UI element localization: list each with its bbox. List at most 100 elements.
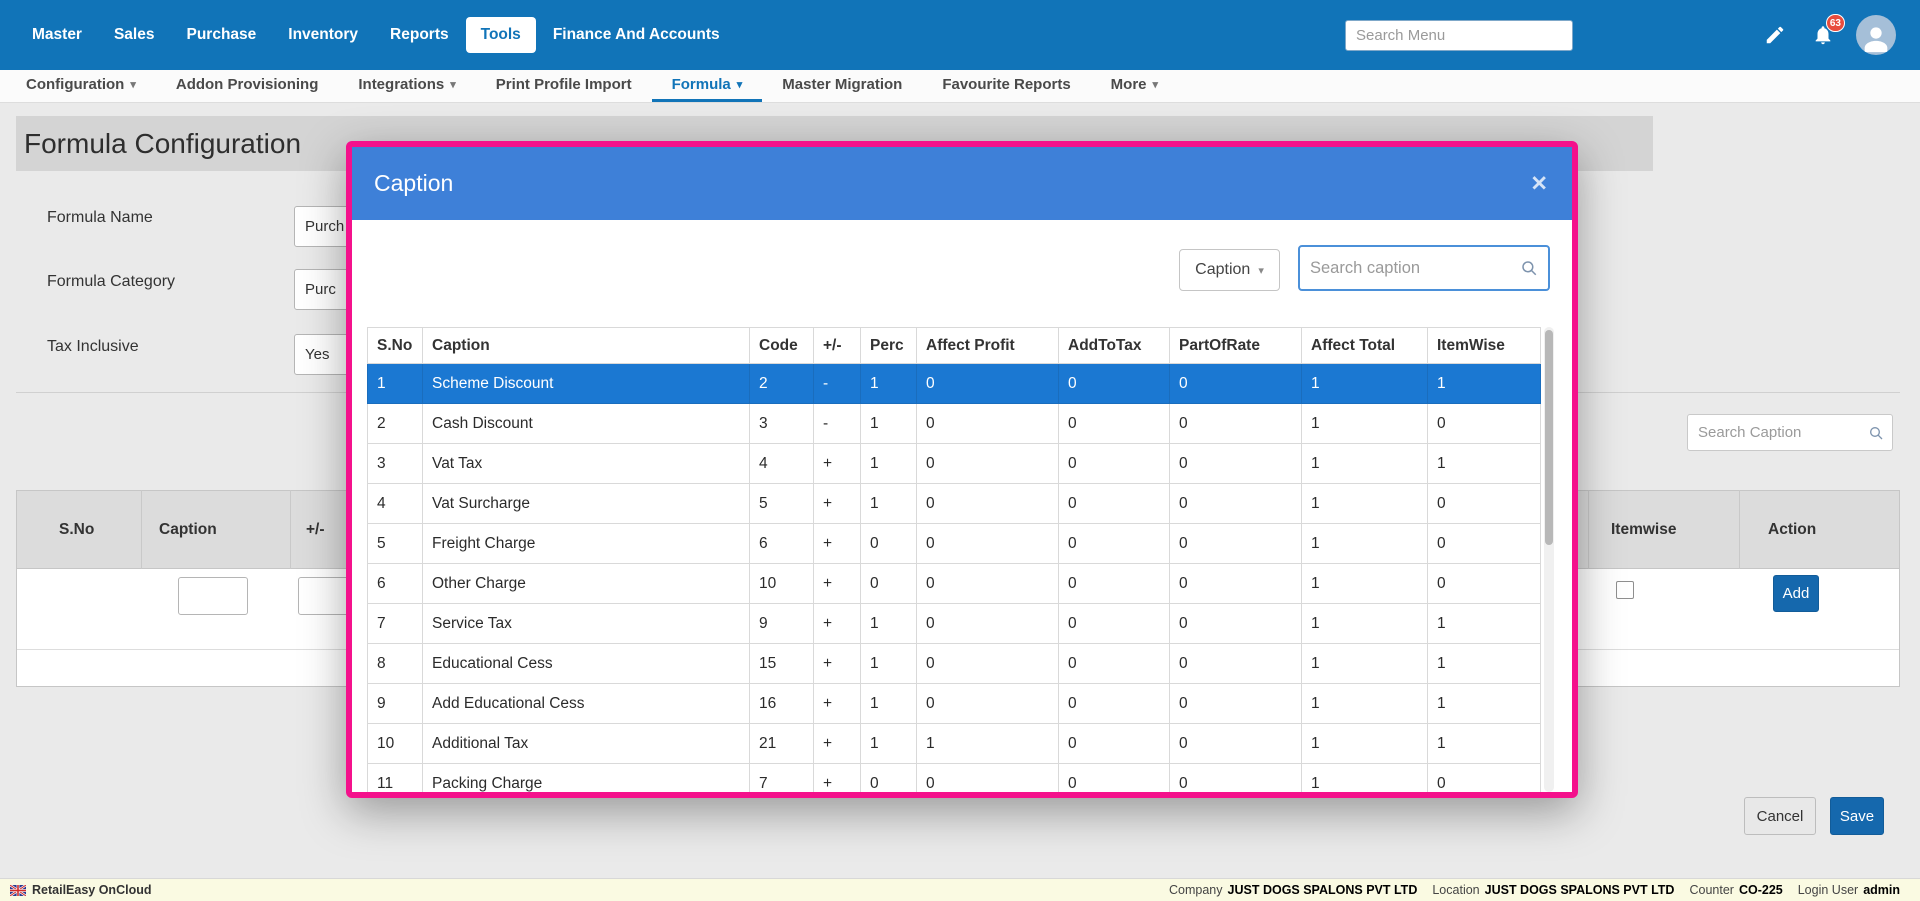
itemwise-checkbox[interactable] — [1616, 581, 1634, 599]
caption-cell: 0 — [917, 524, 1059, 564]
caption-row-1[interactable]: 1Scheme Discount2-100011 — [368, 364, 1541, 404]
caption-search-input[interactable] — [1688, 424, 1868, 441]
new-caption-input[interactable] — [178, 577, 248, 615]
caption-cell: 1 — [861, 644, 917, 684]
caption-row-4[interactable]: 4Vat Surcharge5+100010 — [368, 484, 1541, 524]
caption-cell: 0 — [1428, 484, 1541, 524]
caption-cell: 0 — [917, 484, 1059, 524]
caption-cell: + — [814, 644, 861, 684]
chevron-down-icon: ▾ — [737, 78, 743, 91]
notifications-bell-icon[interactable]: 63 — [1812, 24, 1834, 46]
caption-cell: Vat Tax — [423, 444, 750, 484]
caption-cell: 0 — [1059, 684, 1170, 724]
caption-cell: 1 — [1428, 604, 1541, 644]
caption-cell: 1 — [368, 364, 423, 404]
app-name: RetailEasy OnCloud — [32, 883, 151, 897]
caption-cell: 1 — [1302, 404, 1428, 444]
caption-cell: 1 — [1302, 764, 1428, 793]
caption-cell: 1 — [917, 724, 1059, 764]
app-window: MasterSalesPurchaseInventoryReportsTools… — [0, 0, 1920, 901]
caption-cell: 0 — [1428, 764, 1541, 793]
top-nav-item-finance-and-accounts[interactable]: Finance And Accounts — [538, 17, 735, 53]
save-button[interactable]: Save — [1830, 797, 1884, 835]
top-nav-item-master[interactable]: Master — [17, 17, 97, 53]
caption-row-6[interactable]: 6Other Charge10+000010 — [368, 564, 1541, 604]
close-icon[interactable]: ✕ — [1530, 173, 1548, 194]
modal-scrollbar[interactable] — [1544, 327, 1554, 792]
tax-inclusive-label: Tax Inclusive — [47, 338, 139, 356]
top-nav-item-purchase[interactable]: Purchase — [171, 17, 271, 53]
session-info: Company JUST DOGS SPALONS PVT LTD Locati… — [1169, 883, 1910, 897]
caption-table-col-addtotax: AddToTax — [1059, 328, 1170, 364]
top-nav-item-inventory[interactable]: Inventory — [273, 17, 373, 53]
caption-cell: + — [814, 604, 861, 644]
sub-nav-item-addon-provisioning[interactable]: Addon Provisioning — [156, 70, 339, 102]
caption-filter-dropdown[interactable]: Caption ▾ — [1179, 249, 1280, 291]
caption-modal-body: Caption ▾ S.NoCaptionCode+/-PercAffect P… — [352, 220, 1572, 792]
caption-cell: 0 — [917, 404, 1059, 444]
caption-cell: 6 — [368, 564, 423, 604]
add-button[interactable]: Add — [1773, 575, 1819, 612]
caption-cell: 1 — [861, 444, 917, 484]
caption-cell: 0 — [1428, 404, 1541, 444]
caption-cell: - — [814, 364, 861, 404]
caption-cell: 0 — [1170, 724, 1302, 764]
caption-table-col-caption: Caption — [423, 328, 750, 364]
caption-cell: 1 — [1302, 604, 1428, 644]
sub-nav-item-print-profile-import[interactable]: Print Profile Import — [476, 70, 652, 102]
caption-table-col-partofrate: PartOfRate — [1170, 328, 1302, 364]
scrollbar-thumb[interactable] — [1545, 330, 1553, 545]
caption-row-8[interactable]: 8Educational Cess15+100011 — [368, 644, 1541, 684]
caption-row-2[interactable]: 2Cash Discount3-100010 — [368, 404, 1541, 444]
edit-pencil-icon[interactable] — [1764, 24, 1786, 46]
caption-cell: 0 — [1170, 404, 1302, 444]
caption-cell: 10 — [368, 724, 423, 764]
caption-cell: 4 — [368, 484, 423, 524]
caption-search-box — [1687, 414, 1893, 451]
sub-nav-item-master-migration[interactable]: Master Migration — [762, 70, 922, 102]
caption-cell: 1 — [1302, 644, 1428, 684]
caption-cell: 1 — [1428, 644, 1541, 684]
caption-row-10[interactable]: 10Additional Tax21+110011 — [368, 724, 1541, 764]
sub-nav-item-formula[interactable]: Formula ▾ — [652, 70, 763, 102]
counter-value: CO-225 — [1739, 883, 1783, 897]
caption-row-5[interactable]: 5Freight Charge6+000010 — [368, 524, 1541, 564]
sub-nav-item-more[interactable]: More▾ — [1091, 70, 1178, 102]
sub-nav-label: Favourite Reports — [942, 76, 1070, 93]
top-nav: MasterSalesPurchaseInventoryReportsTools… — [0, 0, 1920, 70]
caption-cell: 9 — [368, 684, 423, 724]
top-nav-item-reports[interactable]: Reports — [375, 17, 464, 53]
caption-cell: 0 — [1059, 604, 1170, 644]
caption-cell: 0 — [1428, 564, 1541, 604]
caption-cell: 8 — [368, 644, 423, 684]
sub-nav-item-configuration[interactable]: Configuration▾ — [6, 70, 156, 102]
caption-row-7[interactable]: 7Service Tax9+100011 — [368, 604, 1541, 644]
location-label: Location — [1432, 883, 1479, 897]
sub-nav-label: Formula — [672, 76, 731, 93]
sub-nav-item-favourite-reports[interactable]: Favourite Reports — [922, 70, 1090, 102]
user-avatar[interactable] — [1856, 15, 1896, 55]
caption-cell: 1 — [1302, 564, 1428, 604]
cancel-button[interactable]: Cancel — [1744, 797, 1816, 835]
caption-cell: 1 — [861, 684, 917, 724]
modal-search-input[interactable] — [1300, 259, 1520, 278]
caption-cell: + — [814, 564, 861, 604]
sub-nav-label: More — [1111, 76, 1147, 93]
caption-cell: 3 — [750, 404, 814, 444]
caption-cell: Add Educational Cess — [423, 684, 750, 724]
caption-cell: 1 — [861, 484, 917, 524]
sub-nav-item-integrations[interactable]: Integrations▾ — [338, 70, 475, 102]
caption-row-3[interactable]: 3Vat Tax4+100011 — [368, 444, 1541, 484]
caption-row-9[interactable]: 9Add Educational Cess16+100011 — [368, 684, 1541, 724]
caption-cell: 0 — [917, 684, 1059, 724]
caption-row-11[interactable]: 11Packing Charge7+000010 — [368, 764, 1541, 793]
caption-cell: 0 — [1059, 644, 1170, 684]
caption-table-col-perc: Perc — [861, 328, 917, 364]
top-nav-item-sales[interactable]: Sales — [99, 17, 170, 53]
login-user-value: admin — [1863, 883, 1900, 897]
caption-cell: + — [814, 444, 861, 484]
caption-cell: 0 — [1059, 764, 1170, 793]
page-table-col-itemwise: Itemwise — [1611, 490, 1676, 569]
menu-search-input[interactable] — [1345, 20, 1573, 51]
top-nav-item-tools[interactable]: Tools — [466, 17, 536, 53]
